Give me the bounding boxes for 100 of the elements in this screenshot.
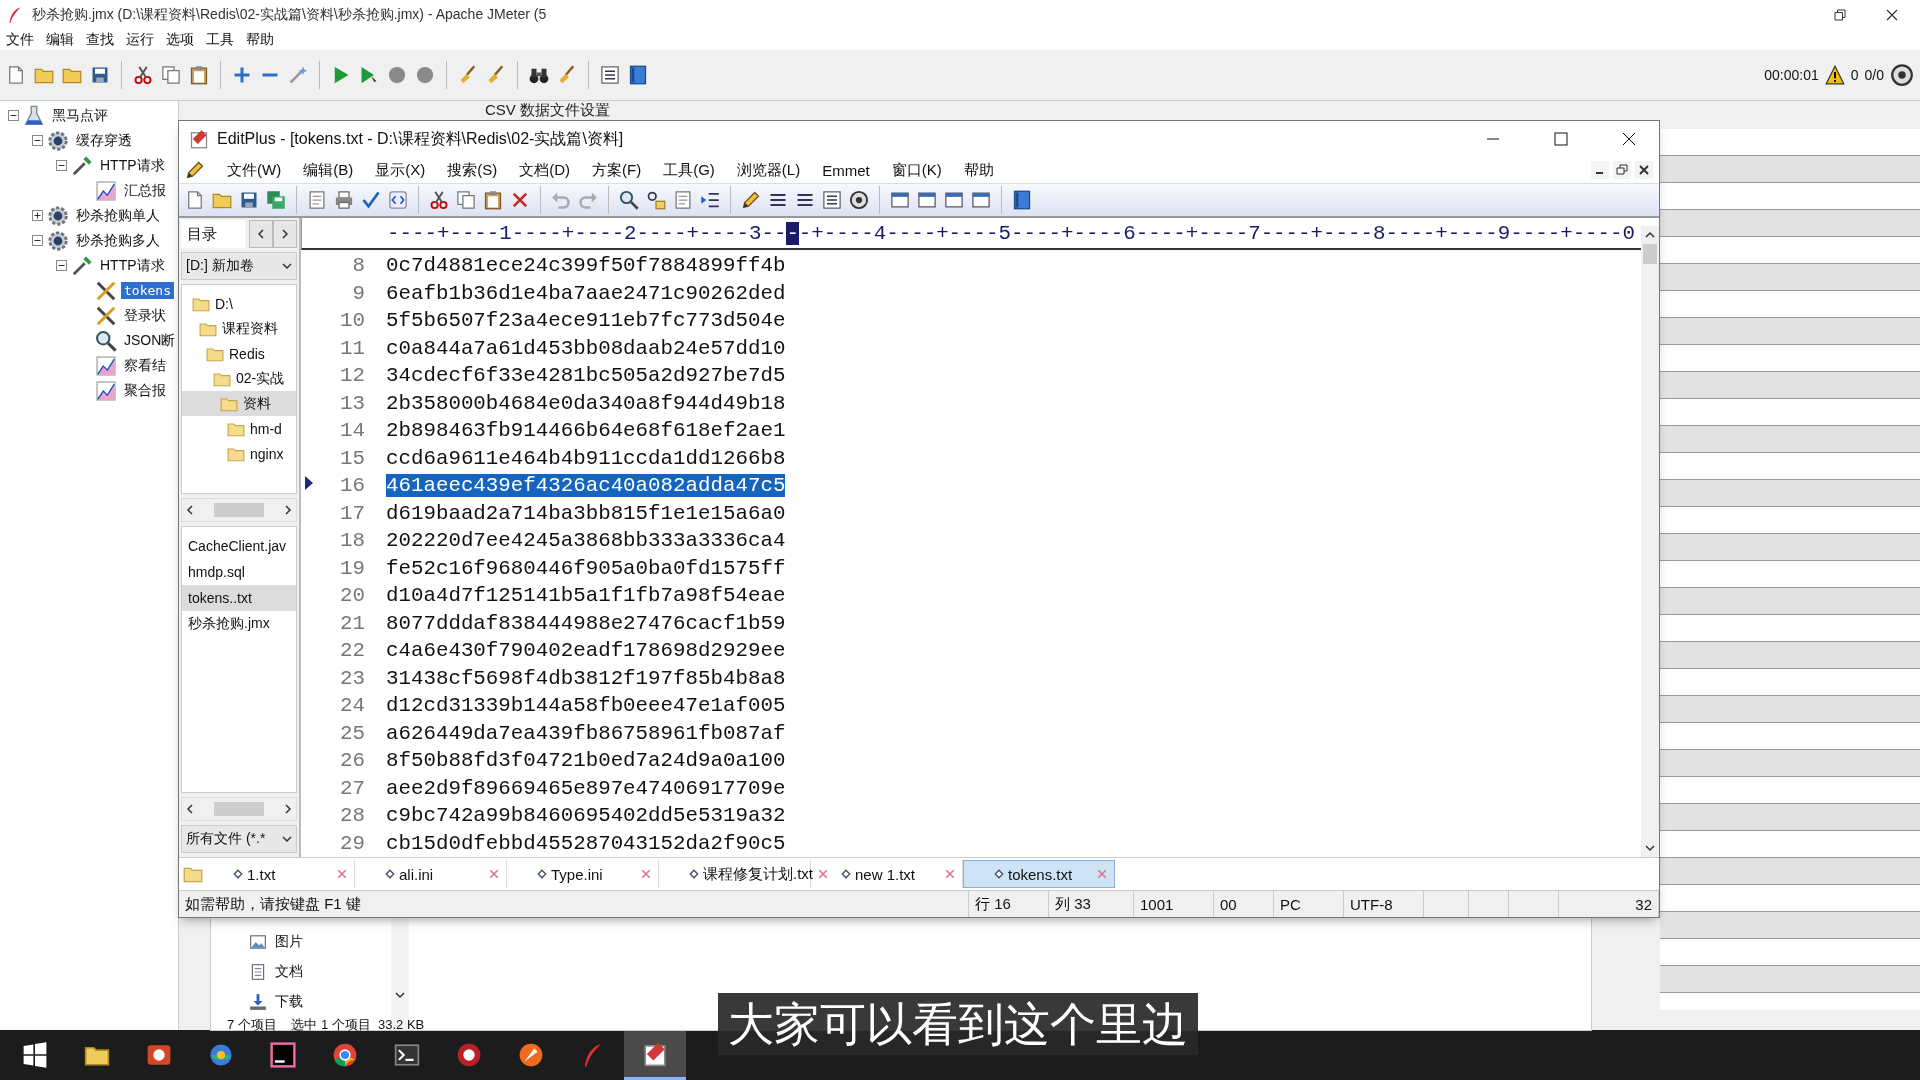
nav-item[interactable]: 下载 xyxy=(249,990,391,1014)
help-icon[interactable] xyxy=(628,65,648,85)
circle-icon[interactable] xyxy=(849,190,869,210)
file-tab[interactable]: ali.ini xyxy=(355,860,507,888)
chevron-icon[interactable] xyxy=(282,261,292,271)
list-icon[interactable] xyxy=(600,65,620,85)
file-tab[interactable]: Type.ini xyxy=(507,860,659,888)
menu-item[interactable]: 帮助 xyxy=(963,160,994,180)
menu-item[interactable]: 文档(D) xyxy=(519,160,570,180)
broom-icon[interactable] xyxy=(458,65,478,85)
pencil-icon[interactable] xyxy=(741,190,761,210)
close-icon[interactable] xyxy=(1622,132,1636,146)
copy-icon[interactable] xyxy=(456,190,476,210)
tree-item[interactable]: 缓存穿透 xyxy=(73,130,135,151)
paste-icon[interactable] xyxy=(189,65,209,85)
file-tab[interactable]: tokens.txt xyxy=(963,860,1115,888)
paste-icon[interactable] xyxy=(483,190,503,210)
folder-item[interactable]: hm-d xyxy=(182,416,296,441)
new-file-icon[interactable] xyxy=(185,190,205,210)
scrollbar-thumb[interactable] xyxy=(1643,244,1657,264)
folder-item[interactable]: 资料 xyxy=(182,391,296,416)
new-file-icon[interactable] xyxy=(6,65,26,85)
broom-icon[interactable] xyxy=(557,65,577,85)
document-icon[interactable] xyxy=(673,190,693,210)
delete-icon[interactable] xyxy=(510,190,530,210)
file-tab[interactable]: 课程修复计划.txt xyxy=(659,860,811,888)
menu-item[interactable]: 帮助 xyxy=(246,31,274,49)
scissors-icon[interactable] xyxy=(429,190,449,210)
menu-item[interactable]: 工具(G) xyxy=(663,160,715,180)
file-tab[interactable]: 1.txt xyxy=(203,860,355,888)
replace-icon[interactable] xyxy=(646,190,666,210)
tree-item[interactable]: tokens xyxy=(121,282,174,299)
chevron-icon[interactable] xyxy=(185,505,195,515)
window-icon[interactable] xyxy=(944,190,964,210)
expand-toggle[interactable] xyxy=(32,235,43,246)
menu-item[interactable]: 文件 xyxy=(6,31,34,49)
close-icon[interactable] xyxy=(1886,9,1898,21)
file-item[interactable]: tokens..txt xyxy=(182,585,296,611)
window-icon[interactable] xyxy=(890,190,910,210)
expand-toggle[interactable] xyxy=(32,135,43,146)
tree-item[interactable]: 黑马点评 xyxy=(49,105,111,126)
file-item[interactable]: CacheClient.jav xyxy=(182,533,296,559)
tree-item[interactable]: HTTP请求 xyxy=(97,255,168,276)
save-all-icon[interactable] xyxy=(266,190,286,210)
menu-item[interactable]: 显示(X) xyxy=(375,160,426,180)
restore-icon[interactable] xyxy=(1834,9,1846,21)
search-icon[interactable] xyxy=(619,190,639,210)
menu-item[interactable]: 选项 xyxy=(166,31,194,49)
expand-toggle[interactable] xyxy=(32,210,43,221)
scrollbar-thumb[interactable] xyxy=(214,802,264,816)
sidebar-tab[interactable]: 目录 xyxy=(181,220,245,248)
copy-icon[interactable] xyxy=(161,65,181,85)
menu-item[interactable]: 窗口(K) xyxy=(891,160,942,180)
window-icon[interactable] xyxy=(971,190,991,210)
menu-item[interactable]: 编辑 xyxy=(46,31,74,49)
chevron-icon[interactable] xyxy=(280,229,290,239)
scrollbar-thumb[interactable] xyxy=(214,503,264,517)
scissors-icon[interactable] xyxy=(133,65,153,85)
chevron-icon[interactable] xyxy=(1645,230,1655,240)
chevron-icon[interactable] xyxy=(283,505,293,515)
tree-item[interactable]: 秒杀抢购单人 xyxy=(73,205,163,226)
window-icon[interactable] xyxy=(917,190,937,210)
expand-toggle[interactable] xyxy=(56,260,67,271)
file-item[interactable]: hmdp.sql xyxy=(182,559,296,585)
nav-item[interactable]: 图片 xyxy=(249,930,391,954)
brackets-icon[interactable] xyxy=(388,190,408,210)
tree-item[interactable]: 登录状 xyxy=(121,305,169,326)
tree-item[interactable]: 秒杀抢购多人 xyxy=(73,230,163,251)
chevron-icon[interactable] xyxy=(395,990,405,1000)
save-icon[interactable] xyxy=(90,65,110,85)
play-icon[interactable] xyxy=(359,65,379,85)
file-item[interactable]: 秒杀抢购.jmx xyxy=(182,611,296,637)
menu-item[interactable]: 编辑(B) xyxy=(303,160,354,180)
expand-toggle[interactable] xyxy=(56,160,67,171)
scrollbar[interactable] xyxy=(1641,226,1659,857)
filter-dropdown[interactable]: 所有文件 (*.* xyxy=(181,825,297,853)
broom-icon[interactable] xyxy=(486,65,506,85)
folder-item[interactable]: nginx xyxy=(182,441,296,466)
chevron-icon[interactable] xyxy=(1645,843,1655,853)
chevron-icon[interactable] xyxy=(282,834,292,844)
menu-item[interactable]: 方案(F) xyxy=(592,160,642,180)
document-icon[interactable] xyxy=(307,190,327,210)
list-icon[interactable] xyxy=(822,190,842,210)
circle-icon[interactable] xyxy=(1890,63,1914,87)
nav-item[interactable]: 文档 xyxy=(249,960,391,984)
folder-item[interactable]: Redis xyxy=(182,341,296,366)
menu-item[interactable]: 工具 xyxy=(206,31,234,49)
plus-icon[interactable] xyxy=(232,65,252,85)
maximize-icon[interactable] xyxy=(1554,132,1568,146)
folder-item[interactable]: D:\ xyxy=(182,291,296,316)
drive-dropdown[interactable]: [D:] 新加卷 xyxy=(181,252,297,280)
expand-toggle[interactable] xyxy=(8,110,19,121)
chevron-icon[interactable] xyxy=(185,804,195,814)
tree-item[interactable]: 汇总报 xyxy=(121,180,169,201)
folder-item[interactable]: 课程资料 xyxy=(182,316,296,341)
save-icon[interactable] xyxy=(239,190,259,210)
chevron-icon[interactable] xyxy=(256,229,266,239)
menu-item[interactable]: 查找 xyxy=(86,31,114,49)
scrollbar[interactable] xyxy=(181,498,297,522)
menu-item[interactable]: 文件(W) xyxy=(227,160,282,180)
